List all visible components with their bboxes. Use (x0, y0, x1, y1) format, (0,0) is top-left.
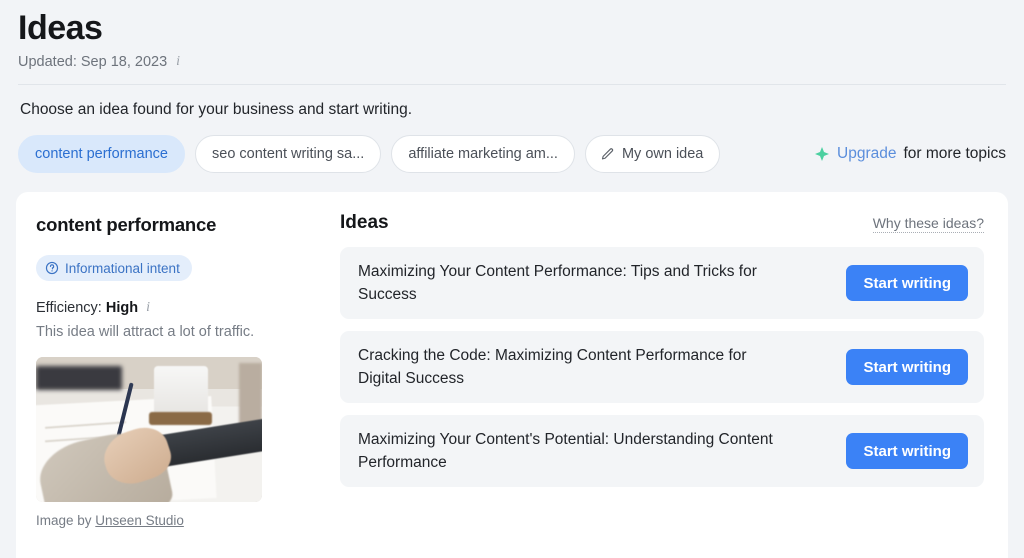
ideas-header: Ideas Why these ideas? (340, 212, 984, 234)
image-credit-link[interactable]: Unseen Studio (95, 513, 184, 528)
chip-label: content performance (35, 146, 168, 162)
start-writing-button[interactable]: Start writing (846, 433, 968, 469)
chip-affiliate-marketing[interactable]: affiliate marketing am... (391, 135, 575, 173)
updated-info-icon[interactable]: i (176, 55, 180, 69)
image-credit: Image by Unseen Studio (36, 513, 302, 528)
idea-title: Maximizing Your Content Performance: Tip… (358, 263, 757, 303)
upgrade-tail-label: for more topics (903, 145, 1006, 162)
image-credit-prefix: Image by (36, 513, 92, 528)
idea-title: Maximizing Your Content's Potential: Und… (358, 431, 773, 471)
chip-my-own-idea[interactable]: My own idea (584, 135, 721, 173)
chip-label: My own idea (621, 146, 704, 162)
chip-label: affiliate marketing am... (408, 146, 558, 162)
efficiency-row: Efficiency: High i (36, 299, 302, 317)
ideas-page: Ideas Updated: Sep 18, 2023 i Choose an … (0, 0, 1024, 558)
pencil-icon (601, 147, 614, 159)
page-subtitle: Choose an idea found for your business a… (20, 101, 413, 118)
page-header: Ideas Updated: Sep 18, 2023 i (0, 0, 1024, 71)
intent-badge-label: Informational intent (65, 260, 180, 276)
why-these-ideas-link[interactable]: Why these ideas? (872, 215, 984, 233)
photo-dark-band (36, 365, 122, 391)
idea-row[interactable]: Maximizing Your Content Performance: Tip… (340, 247, 984, 319)
intent-badge[interactable]: Informational intent (36, 255, 192, 281)
idea-thumbnail-image (36, 357, 262, 502)
start-writing-button[interactable]: Start writing (846, 349, 968, 385)
photo-mug (153, 365, 208, 418)
topic-chips-row: content performance seo content writing … (18, 135, 1024, 173)
upgrade-cta[interactable]: Upgrade for more topics (814, 145, 1006, 163)
header-divider (18, 84, 1006, 85)
photo-mug-base (149, 412, 213, 426)
updated-label: Updated: Sep 18, 2023 (18, 54, 168, 70)
efficiency-label-text: Efficiency: (36, 300, 102, 316)
keyword-panel: content performance Informational intent… (16, 192, 322, 558)
start-writing-button[interactable]: Start writing (846, 265, 968, 301)
idea-row[interactable]: Maximizing Your Content's Potential: Und… (340, 415, 984, 487)
idea-title: Cracking the Code: Maximizing Content Pe… (358, 347, 747, 387)
page-title: Ideas (18, 9, 103, 47)
idea-list: Maximizing Your Content Performance: Tip… (340, 247, 984, 487)
chip-label: seo content writing sa... (212, 146, 365, 162)
keyword-title: content performance (36, 214, 217, 235)
chip-seo-content-writing[interactable]: seo content writing sa... (195, 135, 382, 173)
idea-row[interactable]: Cracking the Code: Maximizing Content Pe… (340, 331, 984, 403)
question-circle-icon (45, 261, 59, 275)
efficiency-note: This idea will attract a lot of traffic. (36, 324, 255, 340)
sparkle-icon (815, 147, 830, 161)
updated-row: Updated: Sep 18, 2023 i (18, 53, 1006, 71)
efficiency-label: Efficiency: High (36, 300, 138, 316)
chip-content-performance[interactable]: content performance (18, 135, 185, 173)
ideas-panel: Ideas Why these ideas? Maximizing Your C… (322, 192, 1008, 558)
upgrade-link[interactable]: Upgrade (837, 145, 896, 163)
ideas-title: Ideas (340, 212, 389, 233)
efficiency-info-icon[interactable]: i (146, 301, 150, 315)
ideas-card: content performance Informational intent… (16, 192, 1008, 558)
efficiency-value: High (105, 300, 139, 316)
